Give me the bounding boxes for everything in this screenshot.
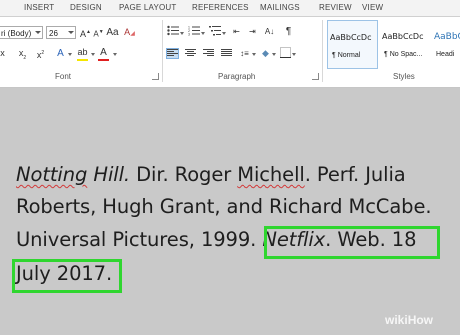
align-left-icon[interactable] [166,48,179,59]
chevron-down-icon[interactable] [222,32,226,35]
increase-indent-icon[interactable]: ⇥ [246,25,259,38]
font-color-bar [98,59,109,61]
citation-line-2[interactable]: Roberts, Hugh Grant, and Richard McCabe. [16,195,432,218]
justify-icon[interactable] [221,49,232,58]
styles-group-label: Styles [393,72,415,81]
tab-view[interactable]: VIEW [362,3,383,12]
tab-insert[interactable]: INSERT [24,3,54,12]
citation-line-4[interactable]: July 2017. [16,262,112,285]
decrease-indent-icon[interactable]: ⇤ [230,25,243,38]
align-center-icon[interactable] [185,49,196,58]
paragraph-group-label: Paragraph [218,72,256,81]
style-no-spacing[interactable]: AaBbCcDc ¶ No Spac... [380,20,431,69]
font-size-value: 26 [49,29,58,38]
bullets-icon[interactable] [166,25,179,38]
chevron-down-icon [35,31,41,34]
citation-text: . Web. 18 [325,228,417,251]
watermark-wiki: wiki [385,313,408,327]
citation-text: Dir. Roger [130,163,238,186]
film-title-end: Hill. [93,163,130,186]
change-case-icon[interactable]: Aa [106,26,119,39]
superscript-icon[interactable]: x2 [34,47,47,60]
shrink-font-icon[interactable]: A▼ [92,26,105,39]
grow-font-icon[interactable]: A▲ [79,26,92,39]
chevron-down-icon[interactable] [113,53,117,56]
citation-text: . Perf. Julia [304,163,406,186]
shading-icon[interactable]: ◆ [259,47,272,60]
multilevel-list-icon[interactable] [208,25,221,38]
style-sample: AaBbCcDc [382,32,424,41]
chevron-down-icon[interactable] [68,53,72,56]
text-effects-icon[interactable]: A [54,47,67,60]
chevron-down-icon[interactable] [201,32,205,35]
watermark-how: How [407,313,434,327]
clear-formatting-icon[interactable]: A◢ [123,26,136,39]
misspelled-word: Michell [237,163,305,186]
chevron-down-icon[interactable] [91,53,95,56]
highlight-color-bar [77,59,88,61]
font-color-icon[interactable]: A [97,46,110,59]
font-group-label: Font [55,72,72,81]
highlight-color-icon[interactable]: ab [76,46,89,59]
line-spacing-icon[interactable]: ↕≡ [238,47,251,60]
strikethrough-icon[interactable]: x [0,47,9,60]
citation-line-1[interactable]: Notting Hill. Dir. Roger Michell. Perf. … [16,163,406,186]
film-title: Notting [16,163,88,186]
tab-review[interactable]: REVIEW [319,3,352,12]
chevron-down-icon [68,31,74,34]
citation-line-3[interactable]: Universal Pictures, 1999. Netflix. Web. … [16,228,416,251]
wikihow-watermark: wikiHow [385,313,433,327]
ribbon-home: ri (Body) 26 A▲ A▼ Aa A◢ x x2 x2 A ab A … [0,17,460,88]
style-name: Headi [436,51,455,58]
style-normal[interactable]: AaBbCcDc ¶ Normal [327,20,378,69]
sort-icon[interactable]: A↓ [263,25,276,38]
style-sample: AaBbCcDc [330,33,372,42]
borders-icon[interactable] [279,47,292,60]
group-divider [322,20,323,82]
font-family-dropdown[interactable]: ri (Body) [0,26,43,39]
group-divider [162,20,163,82]
chevron-down-icon[interactable] [252,53,256,56]
subscript-icon[interactable]: x2 [16,47,29,61]
platform-name: Netflix [262,228,326,251]
tab-page-layout[interactable]: PAGE LAYOUT [119,3,176,12]
style-sample: AaBbCc [434,32,460,42]
numbering-icon[interactable]: 123 [187,25,200,38]
svg-text:3: 3 [188,33,190,37]
style-name: ¶ No Spac... [384,51,423,58]
show-paragraph-marks-icon[interactable]: ¶ [282,25,295,38]
chevron-down-icon[interactable] [292,53,296,56]
chevron-down-icon[interactable] [272,53,276,56]
style-heading[interactable]: AaBbCc Headi [432,20,460,69]
align-right-icon[interactable] [203,49,214,58]
font-dialog-launcher-icon[interactable] [152,73,159,80]
font-family-value: ri (Body) [1,29,32,38]
tab-design[interactable]: DESIGN [70,3,102,12]
tab-mailings[interactable]: MAILINGS [260,3,300,12]
tab-references[interactable]: REFERENCES [192,3,249,12]
font-size-dropdown[interactable]: 26 [46,26,76,39]
ribbon-tabs: INSERT DESIGN PAGE LAYOUT REFERENCES MAI… [0,0,460,17]
citation-text: Universal Pictures, 1999. [16,228,263,251]
chevron-down-icon[interactable] [180,32,184,35]
paragraph-dialog-launcher-icon[interactable] [312,73,319,80]
style-name: ¶ Normal [332,52,361,59]
